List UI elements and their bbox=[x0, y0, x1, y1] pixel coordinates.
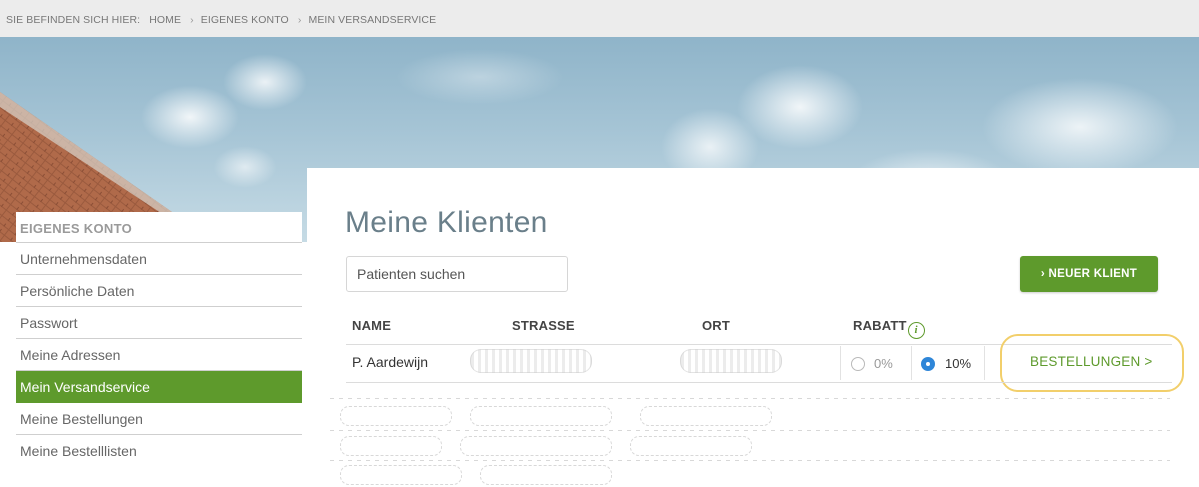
column-header-strasse: STRASSE bbox=[512, 318, 575, 333]
redacted-cell bbox=[630, 436, 752, 456]
sidebar-item-meine-bestelllisten[interactable]: Meine Bestelllisten bbox=[16, 435, 302, 467]
patient-search-input[interactable] bbox=[346, 256, 568, 292]
sidebar-item-persoenliche-daten[interactable]: Persönliche Daten bbox=[16, 275, 302, 307]
discount-label-0: 0% bbox=[874, 356, 893, 371]
page-title: Meine Klienten bbox=[345, 206, 548, 239]
sidebar-item-passwort[interactable]: Passwort bbox=[16, 307, 302, 339]
column-header-rabatt-label: RABATT bbox=[853, 318, 907, 333]
cell-divider bbox=[840, 346, 841, 380]
client-name: P. Aardewijn bbox=[352, 354, 429, 370]
breadcrumb-prefix: SIE BEFINDEN SICH HIER: bbox=[6, 14, 141, 26]
discount-radio-0[interactable] bbox=[851, 357, 865, 371]
cell-divider bbox=[984, 346, 985, 380]
breadcrumb-home-link[interactable]: HOME bbox=[149, 14, 181, 26]
table-row-divider bbox=[346, 382, 1172, 383]
redacted-cell bbox=[640, 406, 772, 426]
column-header-ort: ORT bbox=[702, 318, 731, 333]
breadcrumb-separator: › bbox=[297, 14, 302, 26]
breadcrumb-account-link[interactable]: EIGENES KONTO bbox=[201, 14, 289, 26]
column-header-rabatt: RABATT i bbox=[853, 318, 925, 339]
new-client-button[interactable]: › NEUER KLIENT bbox=[1020, 256, 1158, 292]
breadcrumb-separator: › bbox=[190, 14, 194, 26]
account-sidebar: EIGENES KONTO Unternehmensdaten Persönli… bbox=[16, 212, 302, 467]
info-icon[interactable]: i bbox=[907, 322, 925, 339]
sidebar-item-unternehmensdaten[interactable]: Unternehmensdaten bbox=[16, 243, 302, 275]
breadcrumb: SIE BEFINDEN SICH HIER: HOME › EIGENES K… bbox=[0, 0, 1199, 37]
redacted-row-line bbox=[330, 460, 1170, 461]
redacted-row-line bbox=[330, 398, 1170, 399]
sidebar-item-mein-versandservice[interactable]: Mein Versandservice bbox=[16, 371, 302, 403]
orders-button[interactable]: BESTELLUNGEN > bbox=[1030, 354, 1152, 369]
redacted-cell bbox=[470, 406, 612, 426]
redacted-cell bbox=[480, 465, 612, 485]
redacted-cell bbox=[340, 406, 452, 426]
redacted-city bbox=[680, 349, 782, 373]
sidebar-title: EIGENES KONTO bbox=[16, 212, 302, 243]
breadcrumb-current: MEIN VERSANDSERVICE bbox=[308, 14, 437, 26]
redacted-street bbox=[470, 349, 592, 373]
redacted-cell bbox=[460, 436, 612, 456]
discount-radio-10[interactable] bbox=[921, 357, 935, 371]
cell-divider bbox=[911, 346, 912, 380]
sidebar-item-meine-bestellungen[interactable]: Meine Bestellungen bbox=[16, 403, 302, 435]
column-header-name: NAME bbox=[352, 318, 392, 333]
sidebar-item-meine-adressen[interactable]: Meine Adressen bbox=[16, 339, 302, 371]
redacted-cell bbox=[340, 436, 442, 456]
discount-label-10: 10% bbox=[945, 356, 972, 371]
redacted-row-line bbox=[330, 430, 1170, 431]
redacted-cell bbox=[340, 465, 462, 485]
